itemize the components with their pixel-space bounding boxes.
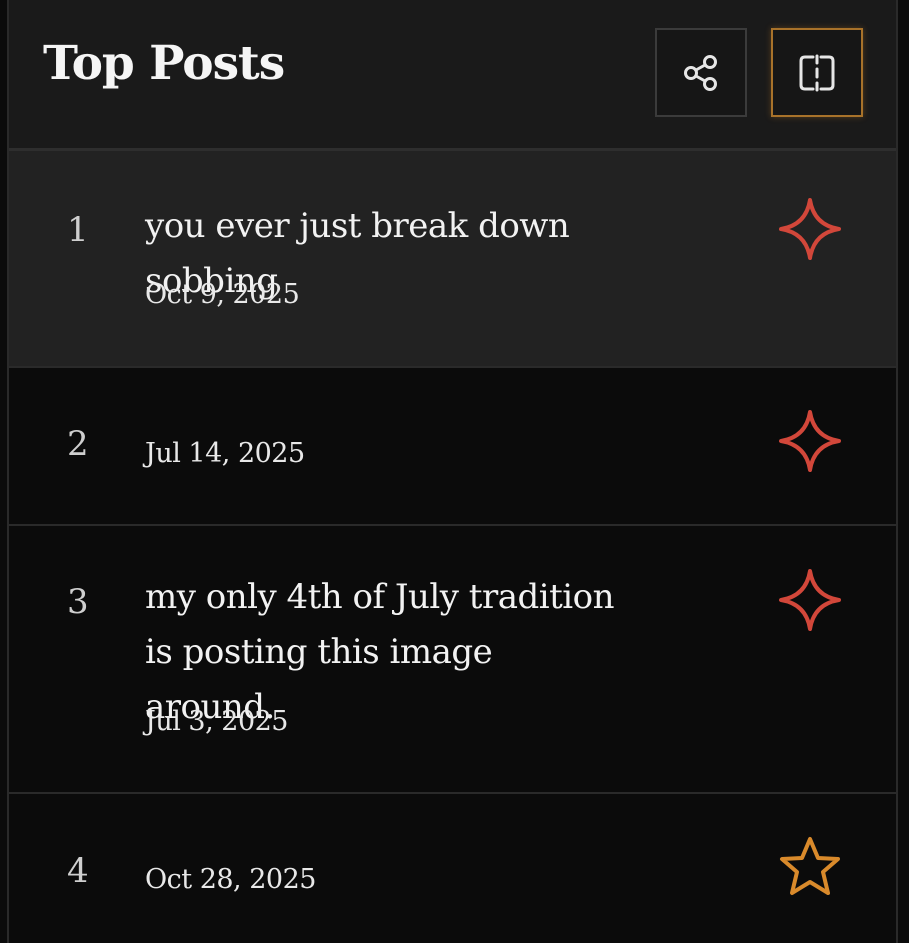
post-rank: 1 [67, 210, 89, 250]
star-icon[interactable] [776, 833, 844, 901]
post-row[interactable]: 3 my only 4th of July tradition is posti… [9, 526, 896, 794]
sparkle-icon[interactable] [776, 195, 844, 263]
post-rank: 2 [67, 424, 89, 464]
split-view-button[interactable] [771, 28, 863, 117]
split-view-icon [799, 54, 835, 91]
post-rank: 3 [67, 582, 89, 622]
top-posts-panel: Top Posts 1 you ever just break down sob… [7, 0, 898, 943]
sparkle-icon[interactable] [776, 407, 844, 475]
post-rank: 4 [67, 851, 89, 891]
sparkle-icon[interactable] [776, 566, 844, 634]
post-date: Oct 28, 2025 [145, 864, 316, 895]
panel-header: Top Posts [9, 0, 896, 151]
post-row[interactable]: 4 Oct 28, 2025 [9, 794, 896, 943]
post-date: Jul 14, 2025 [145, 438, 305, 469]
page-title: Top Posts [43, 36, 285, 91]
post-date: Jul 3, 2025 [145, 706, 289, 737]
share-button[interactable] [655, 28, 747, 117]
share-icon [684, 54, 717, 91]
post-row[interactable]: 2 Jul 14, 2025 [9, 368, 896, 526]
post-row[interactable]: 1 you ever just break down sobbing Oct 9… [9, 151, 896, 368]
post-date: Oct 9, 2025 [145, 279, 300, 310]
